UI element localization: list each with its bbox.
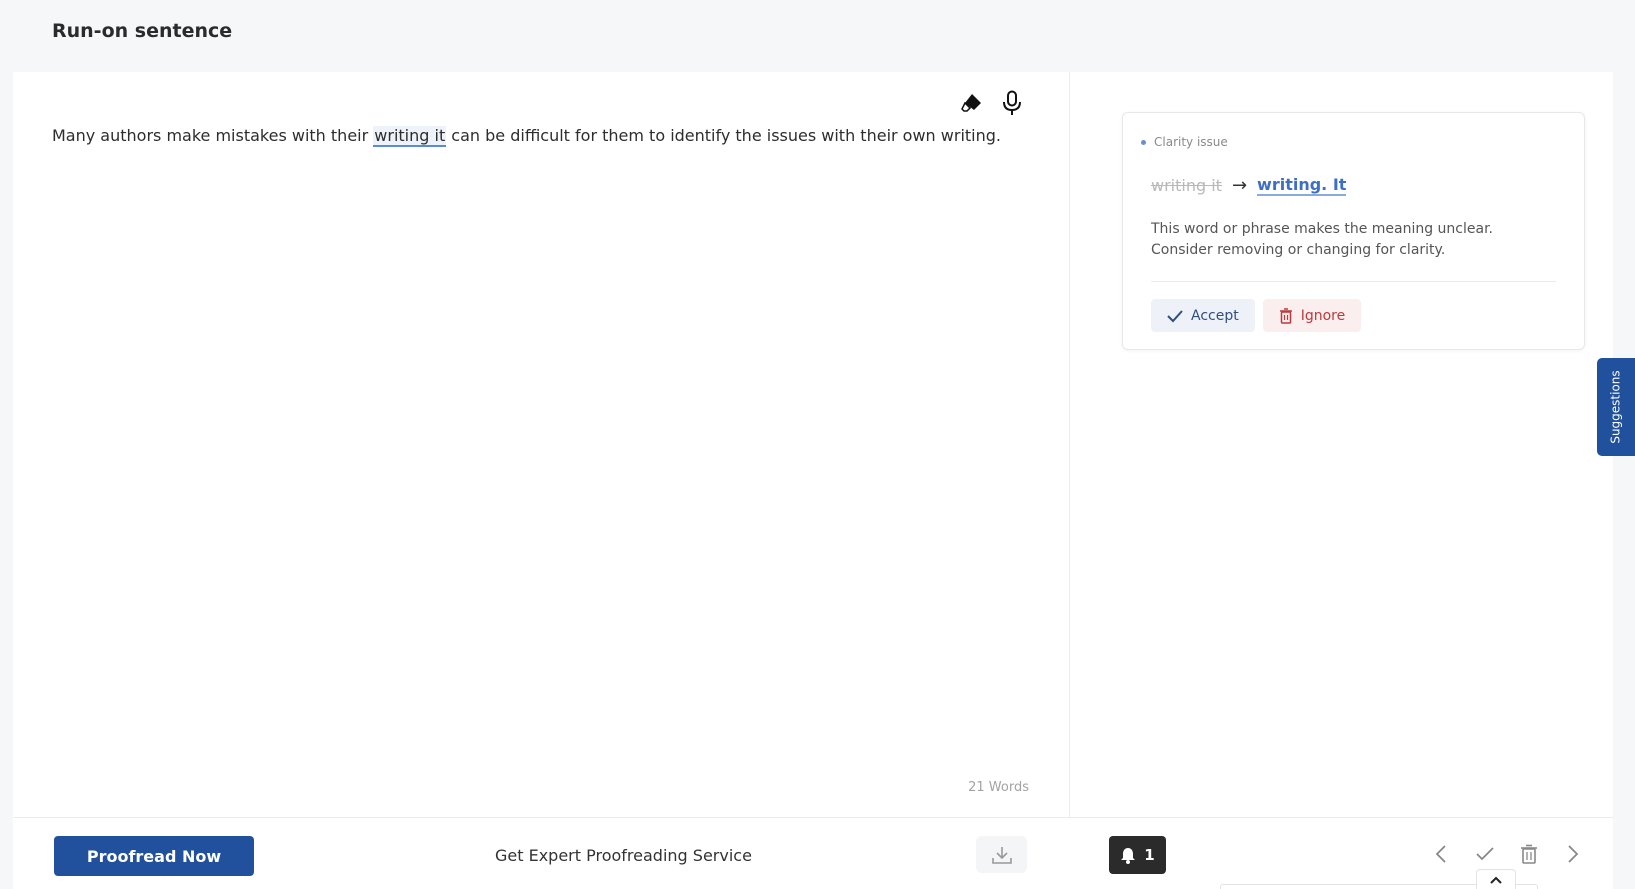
editor-text[interactable]: Many authors make mistakes with their wr… — [52, 124, 1001, 148]
suggestion-nav — [1428, 838, 1586, 870]
correction: writing it → writing. It — [1151, 175, 1347, 196]
suggestion-actions: Accept Ignore — [1151, 299, 1362, 332]
suggestion-explanation: This word or phrase makes the meaning un… — [1151, 221, 1494, 258]
issue-type-label: Clarity issue — [1154, 135, 1228, 149]
check-icon — [1167, 309, 1183, 322]
divider — [1151, 281, 1556, 282]
editor-tools — [959, 90, 1025, 116]
suggestions-tab-label: Suggestions — [1609, 370, 1623, 444]
tray-toggle[interactable] — [1476, 869, 1516, 889]
accept-button[interactable]: Accept — [1151, 299, 1255, 332]
previous-icon[interactable] — [1428, 838, 1454, 870]
notification-count: 1 — [1144, 846, 1155, 864]
arrow-right-icon: → — [1231, 175, 1248, 196]
suggestions-tab[interactable]: Suggestions — [1597, 358, 1635, 456]
text-after: can be difficult for them to identify th… — [446, 126, 1001, 145]
download-button[interactable] — [976, 836, 1027, 873]
chevron-up-icon — [1490, 876, 1502, 884]
ignore-label: Ignore — [1300, 307, 1346, 324]
footer-bar: Proofread Now Get Expert Proofreading Se… — [13, 817, 1613, 889]
download-icon — [991, 846, 1012, 864]
editor-pane[interactable]: Many authors make mistakes with their wr… — [13, 72, 1070, 817]
next-icon[interactable] — [1560, 838, 1586, 870]
original-text: writing it — [1151, 176, 1222, 195]
suggestion-card[interactable]: Clarity issue writing it → writing. It T… — [1122, 112, 1585, 350]
highlighted-issue[interactable]: writing it — [373, 126, 447, 147]
accept-label: Accept — [1191, 307, 1239, 324]
ignore-button[interactable]: Ignore — [1262, 299, 1362, 332]
bullet-icon — [1141, 139, 1146, 145]
word-count: 21 Words — [968, 780, 1029, 795]
replacement-text[interactable]: writing. It — [1257, 175, 1347, 196]
delete-icon[interactable] — [1516, 838, 1542, 870]
microphone-icon[interactable] — [999, 90, 1025, 116]
trash-icon — [1279, 307, 1292, 324]
page-title: Run-on sentence — [52, 20, 233, 42]
text-before: Many authors make mistakes with their — [52, 126, 374, 145]
notification-badge[interactable]: 1 — [1109, 836, 1166, 874]
proofread-now-button[interactable]: Proofread Now — [54, 836, 254, 876]
issue-type: Clarity issue — [1141, 135, 1228, 149]
accept-all-check-icon[interactable] — [1472, 838, 1498, 870]
eraser-icon[interactable] — [959, 90, 985, 116]
bell-icon — [1121, 847, 1136, 864]
expert-proofreading-link[interactable]: Get Expert Proofreading Service — [495, 846, 752, 865]
suggestions-panel: Clarity issue writing it → writing. It T… — [1071, 72, 1613, 817]
app-container: Many authors make mistakes with their wr… — [13, 72, 1613, 889]
